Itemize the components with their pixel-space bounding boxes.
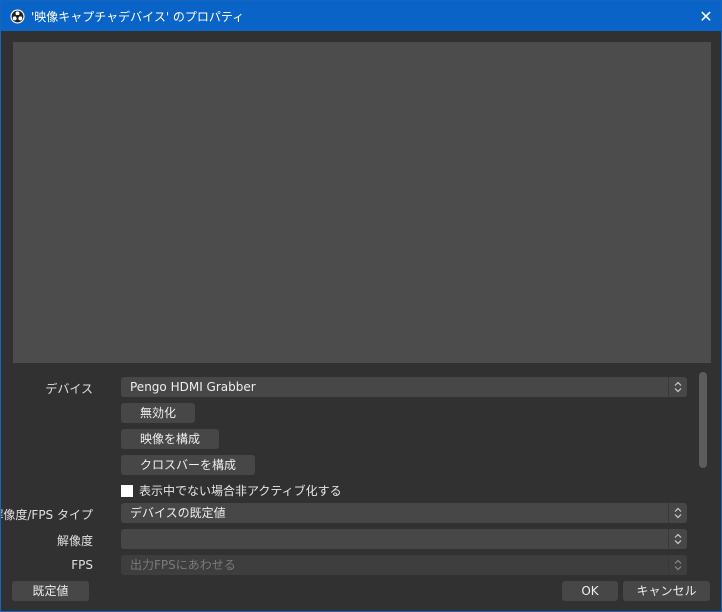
- form-scrollbar[interactable]: [699, 372, 707, 468]
- up-down-arrows-icon: [668, 555, 687, 575]
- resolution-select[interactable]: [121, 529, 687, 549]
- deactivate-button[interactable]: 無効化: [121, 403, 196, 423]
- device-select[interactable]: Pengo HDMI Grabber: [121, 377, 687, 397]
- cancel-button[interactable]: キャンセル: [623, 581, 710, 601]
- defaults-button[interactable]: 既定値: [12, 581, 89, 601]
- configure-video-button[interactable]: 映像を構成: [121, 429, 220, 449]
- up-down-arrows-icon: [668, 377, 687, 397]
- deactivate-when-hidden-row[interactable]: 表示中でない場合非アクティブ化する: [121, 482, 342, 499]
- resolution-fps-type-select[interactable]: デバイスの既定値: [121, 503, 687, 523]
- ok-button[interactable]: OK: [562, 581, 618, 601]
- title-bar[interactable]: '映像キャプチャデバイス' のプロパティ ✕: [1, 1, 721, 31]
- up-down-arrows-icon: [668, 503, 687, 523]
- resolution-fps-type-label: 解像度/FPS タイプ: [1, 508, 93, 522]
- device-label: デバイス: [45, 382, 93, 396]
- configure-crossbar-button[interactable]: クロスバーを構成: [121, 455, 256, 475]
- obs-logo-icon: [10, 9, 25, 24]
- window-title: '映像キャプチャデバイス' のプロパティ: [31, 10, 245, 24]
- up-down-arrows-icon: [668, 529, 687, 549]
- fps-value: 出力FPSにあわせる: [130, 558, 236, 572]
- device-select-value: Pengo HDMI Grabber: [130, 380, 256, 394]
- resolution-label: 解像度: [56, 534, 93, 548]
- deactivate-when-hidden-checkbox[interactable]: [121, 484, 133, 497]
- resolution-fps-type-value: デバイスの既定値: [130, 506, 226, 520]
- fps-label: FPS: [71, 558, 93, 572]
- deactivate-when-hidden-label: 表示中でない場合非アクティブ化する: [139, 484, 342, 498]
- properties-window: '映像キャプチャデバイス' のプロパティ ✕ デバイス Pengo HDMI G…: [0, 0, 722, 612]
- close-icon: ✕: [699, 6, 713, 26]
- properties-form: デバイス Pengo HDMI Grabber 無効化 映像を構成 クロスバーを…: [1, 371, 701, 575]
- close-button[interactable]: ✕: [691, 1, 721, 31]
- source-preview: [13, 42, 711, 363]
- fps-select[interactable]: 出力FPSにあわせる: [121, 555, 687, 575]
